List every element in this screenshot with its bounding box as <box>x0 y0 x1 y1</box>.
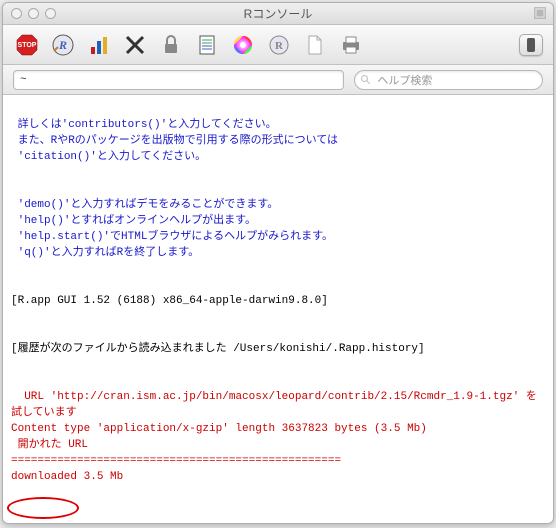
console-line: [履歴が次のファイルから読み込まれました /Users/konishi/.Rap… <box>11 343 425 355</box>
new-doc-button[interactable] <box>301 31 329 59</box>
command-input[interactable]: ~ <box>13 70 344 90</box>
quartz-button[interactable] <box>121 31 149 59</box>
proxy-icon[interactable] <box>533 6 547 23</box>
console-line: 'help()'とすればオンラインヘルプが出ます。 <box>11 215 256 227</box>
search-placeholder: ヘルプ検索 <box>377 72 432 88</box>
open-r-button[interactable]: R <box>265 31 293 59</box>
source-button[interactable]: R <box>49 31 77 59</box>
console-output[interactable]: 詳しくは'contributors()'と入力してください。 また、RやRのパッ… <box>3 95 553 523</box>
window-title: Rコンソール <box>3 5 553 22</box>
console-line: 開かれた URL <box>11 439 88 451</box>
console-line: 'q()'と入力すればRを終了します。 <box>11 247 199 259</box>
console-line: [R.app GUI 1.52 (6188) x86_64-apple-darw… <box>11 295 328 307</box>
print-button[interactable] <box>337 31 365 59</box>
console-line: 詳しくは'contributors()'と入力してください。 <box>11 119 277 131</box>
console-line: 'help.start()'でHTMLブラウザによるヘルプがみられます。 <box>11 231 333 243</box>
script-button[interactable] <box>193 31 221 59</box>
console-line: ========================================… <box>11 455 341 467</box>
titlebar[interactable]: Rコンソール <box>3 3 553 25</box>
toolbar-toggle[interactable] <box>519 34 543 56</box>
svg-text:STOP: STOP <box>18 42 37 49</box>
console-line: URL 'http://cran.ism.ac.jp/bin/macosx/le… <box>11 391 537 419</box>
command-value: ~ <box>20 74 27 86</box>
console-line: また、RやRのパッケージを出版物で引用する際の形式については <box>11 135 338 147</box>
search-row: ~ ヘルプ検索 <box>3 65 553 95</box>
svg-text:R: R <box>275 40 284 52</box>
annotation-oval <box>7 497 79 519</box>
barchart-button[interactable] <box>85 31 113 59</box>
search-icon <box>360 74 372 86</box>
lock-button[interactable] <box>157 31 185 59</box>
console-line: 'demo()'と入力すればデモをみることができます。 <box>11 199 278 211</box>
help-search[interactable]: ヘルプ検索 <box>354 70 543 90</box>
console-line: downloaded 3.5 Mb <box>11 471 123 483</box>
svg-text:R: R <box>58 38 67 52</box>
color-button[interactable] <box>229 31 257 59</box>
app-window: Rコンソール STOP R R <box>2 2 554 524</box>
console-line: Content type 'application/x-gzip' length… <box>11 423 427 435</box>
console-line: 'citation()'と入力してください。 <box>11 151 206 163</box>
toolbar: STOP R R <box>3 25 553 65</box>
stop-button[interactable]: STOP <box>13 31 41 59</box>
